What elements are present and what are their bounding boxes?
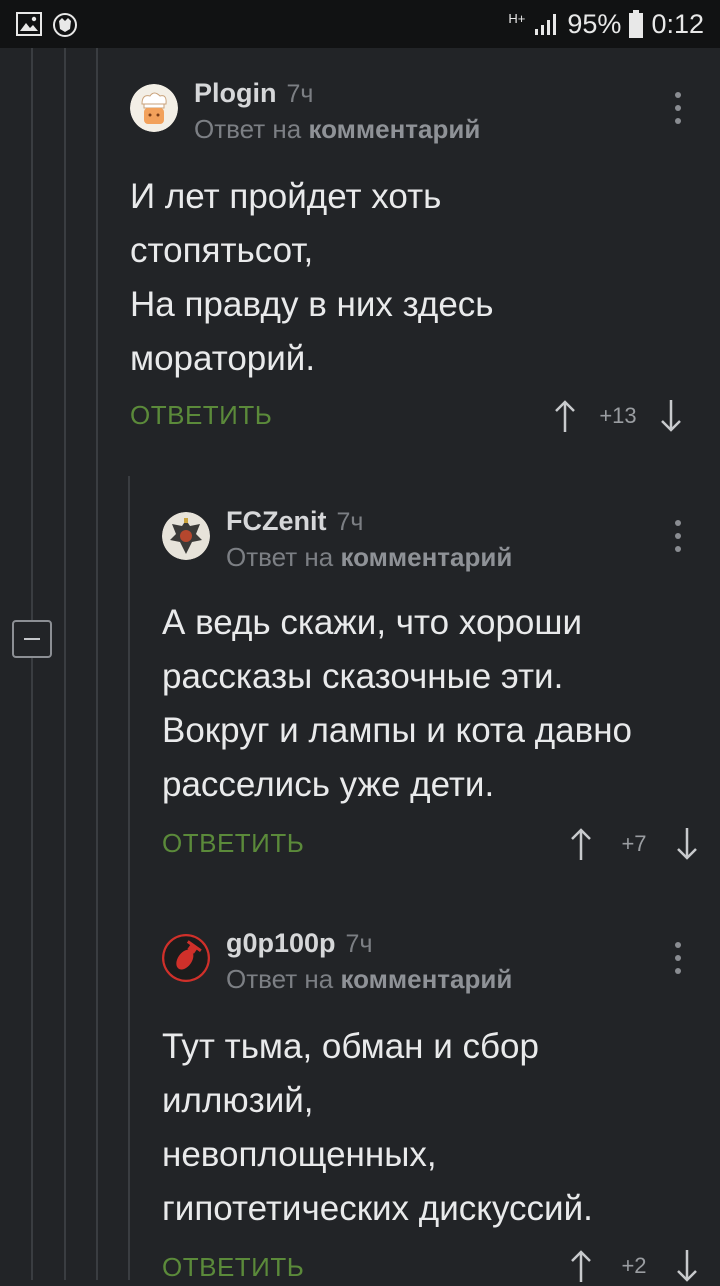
gallery-notification-icon — [16, 12, 42, 36]
comment-line: мораторий. — [130, 339, 316, 378]
signal-icon — [535, 14, 557, 35]
vote-controls: +13 — [554, 396, 682, 436]
reply-to-prefix: Ответ на — [226, 542, 334, 572]
network-type: H+ — [508, 11, 526, 26]
battery-icon — [629, 10, 644, 38]
comment-line: Вокруг и лампы и кота давно — [162, 711, 633, 750]
collapse-thread-button[interactable] — [12, 620, 52, 658]
thread-line — [31, 658, 33, 1280]
arrow-up-icon[interactable] — [570, 1249, 592, 1283]
vote-count: +13 — [599, 403, 637, 428]
vote-controls: +7 — [570, 824, 698, 864]
comment-author[interactable]: FCZenit 7ч — [226, 506, 363, 537]
reply-to-label: Ответ на комментарий — [226, 964, 512, 995]
clock: 0:12 — [651, 8, 704, 39]
author-name[interactable]: Plogin — [194, 78, 277, 108]
reply-to-link[interactable]: комментарий — [340, 542, 512, 572]
comment-text: А ведь скажи, что хороши рассказы сказоч… — [162, 596, 632, 812]
author-name[interactable]: g0p100p — [226, 928, 336, 958]
vote-count: +2 — [621, 1253, 647, 1278]
arrow-down-icon[interactable] — [676, 827, 698, 861]
eagle-emblem-avatar-icon — [162, 512, 210, 560]
comment-time: 7ч — [286, 80, 314, 108]
comment-line: Тут тьма, обман и сбор — [162, 1027, 539, 1066]
comment-author[interactable]: Plogin 7ч — [194, 78, 313, 109]
arrow-down-icon[interactable] — [660, 399, 682, 433]
comment-line: расселись уже дети. — [162, 765, 495, 804]
comment-text: И лет пройдет хоть стопятьсот, На правду… — [130, 170, 494, 386]
comment-time: 7ч — [345, 930, 373, 958]
thread-line — [64, 48, 66, 1280]
thread-line — [128, 476, 130, 1280]
arrow-down-icon[interactable] — [676, 1249, 698, 1283]
bomb-avatar-icon — [162, 934, 210, 982]
vote-count: +7 — [621, 831, 647, 856]
reply-button[interactable]: ОТВЕТИТЬ — [162, 828, 304, 859]
reply-to-prefix: Ответ на — [226, 964, 334, 994]
chef-avatar-icon — [130, 84, 178, 132]
status-right: H+ 95% 0:12 — [508, 8, 704, 40]
reply-button[interactable]: ОТВЕТИТЬ — [130, 400, 272, 431]
comment-line: И лет пройдет хоть — [130, 177, 442, 216]
avatar[interactable] — [130, 84, 178, 132]
arrow-up-icon[interactable] — [554, 399, 576, 433]
reply-to-prefix: Ответ на — [194, 114, 302, 144]
more-options-icon[interactable] — [666, 90, 690, 130]
comment-time: 7ч — [336, 508, 364, 536]
author-name[interactable]: FCZenit — [226, 506, 327, 536]
comment-line: иллюзий, — [162, 1081, 314, 1120]
battery-percent: 95% — [567, 8, 622, 39]
reply-to-label: Ответ на комментарий — [194, 114, 480, 145]
reply-to-link[interactable]: комментарий — [308, 114, 480, 144]
app-notification-icon — [53, 13, 77, 37]
status-bar: H+ 95% 0:12 — [0, 0, 720, 48]
thread-line — [96, 48, 98, 1280]
more-options-icon[interactable] — [666, 518, 690, 558]
comment-line: стопятьсот, — [130, 231, 314, 270]
comment-line: На правду в них здесь — [130, 285, 494, 324]
thread-line — [31, 48, 33, 620]
avatar[interactable] — [162, 934, 210, 982]
comment-line: А ведь скажи, что хороши — [162, 603, 582, 642]
arrow-up-icon[interactable] — [570, 827, 592, 861]
comment-author[interactable]: g0p100p 7ч — [226, 928, 372, 959]
comment-line: рассказы сказочные эти. — [162, 657, 564, 696]
avatar[interactable] — [162, 512, 210, 560]
comment-line: гипотетических дискуссий. — [162, 1189, 593, 1228]
comment-text: Тут тьма, обман и сбор иллюзий, невоплощ… — [162, 1020, 593, 1236]
more-options-icon[interactable] — [666, 940, 690, 980]
reply-button[interactable]: ОТВЕТИТЬ — [162, 1252, 304, 1283]
reply-to-label: Ответ на комментарий — [226, 542, 512, 573]
comment-line: невоплощенных, — [162, 1135, 437, 1174]
reply-to-link[interactable]: комментарий — [340, 964, 512, 994]
vote-controls: +2 — [570, 1246, 698, 1286]
